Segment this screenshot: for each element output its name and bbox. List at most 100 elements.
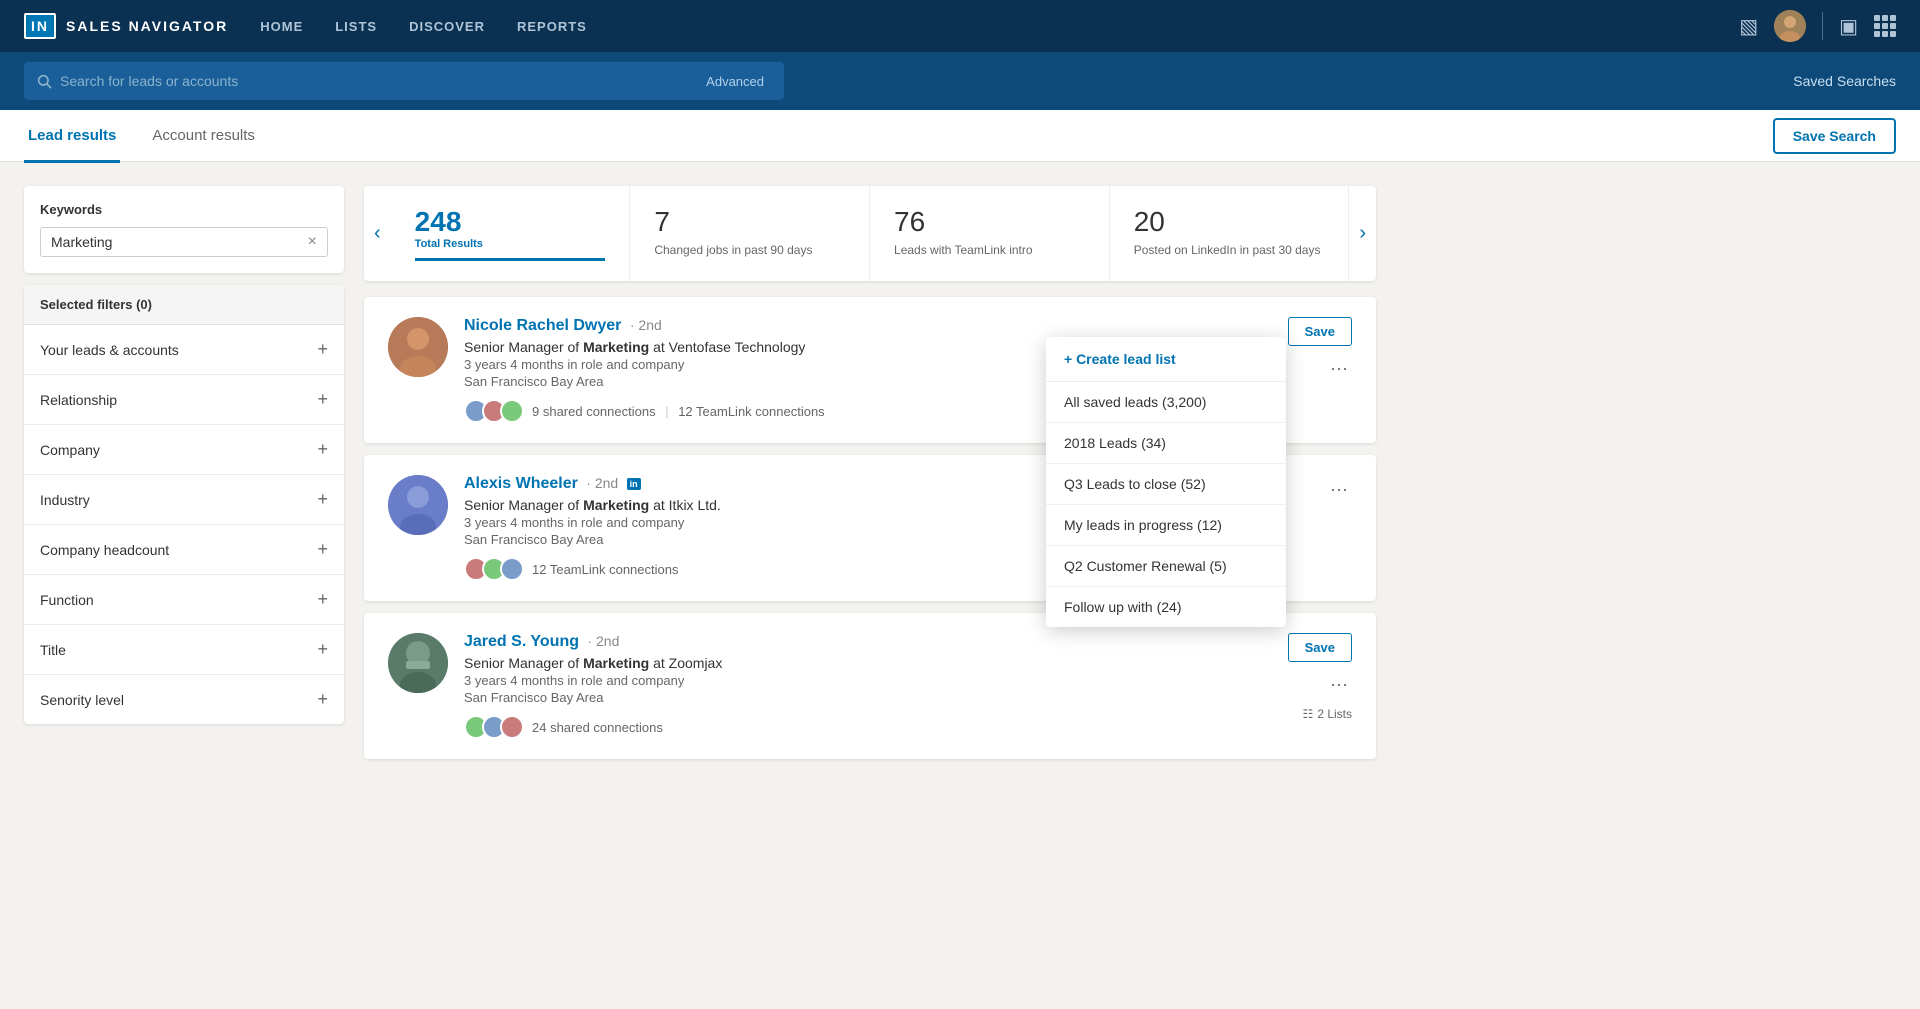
- filter-company[interactable]: Company +: [24, 425, 344, 475]
- lists-indicator: ☷ 2 Lists: [1303, 707, 1352, 721]
- filter-your-leads[interactable]: Your leads & accounts +: [24, 325, 344, 375]
- nav-lists[interactable]: LISTS: [335, 15, 377, 38]
- connection-badge: · 2nd: [630, 317, 662, 333]
- nav-links: HOME LISTS DISCOVER REPORTS: [260, 15, 587, 38]
- linkedin-logo-icon: in: [24, 13, 56, 39]
- keywords-label: Keywords: [40, 202, 328, 217]
- stat-posted[interactable]: 20 Posted on LinkedIn in past 30 days: [1110, 186, 1350, 281]
- filter-headcount[interactable]: Company headcount +: [24, 525, 344, 575]
- stats-next-nav[interactable]: ›: [1349, 186, 1376, 281]
- linkedin-in-badge: in: [627, 478, 641, 490]
- conn-avatar: [500, 557, 524, 581]
- keyword-input-wrap: ×: [40, 227, 328, 257]
- stat-teamlink[interactable]: 76 Leads with TeamLink intro: [870, 186, 1110, 281]
- stat-posted-label: Posted on LinkedIn in past 30 days: [1134, 242, 1325, 259]
- app-logo[interactable]: in SALES NAVIGATOR: [24, 13, 228, 39]
- lead-card: Jared S. Young · 2nd Senior Manager of M…: [364, 613, 1376, 759]
- user-avatar[interactable]: [1774, 10, 1806, 42]
- dropdown-follow-up[interactable]: Follow up with (24): [1046, 587, 1286, 627]
- stat-changed-number: 7: [654, 206, 845, 238]
- filter-headcount-label: Company headcount: [40, 542, 169, 558]
- tab-lead-results[interactable]: Lead results: [24, 111, 120, 163]
- stat-teamlink-label: Leads with TeamLink intro: [894, 242, 1085, 259]
- notifications-icon[interactable]: ▣: [1839, 14, 1858, 39]
- dropdown-2018-leads[interactable]: 2018 Leads (34): [1046, 423, 1286, 464]
- search-input-wrap: Advanced: [24, 62, 784, 100]
- apps-grid-icon[interactable]: [1874, 15, 1896, 37]
- app-name: SALES NAVIGATOR: [66, 18, 228, 34]
- saved-searches-button[interactable]: Saved Searches: [1793, 73, 1896, 89]
- lead-name[interactable]: Jared S. Young: [464, 633, 579, 650]
- tabs-row: Lead results Account results Save Search: [0, 110, 1920, 162]
- stat-changed-jobs[interactable]: 7 Changed jobs in past 90 days: [630, 186, 870, 281]
- keyword-input[interactable]: [51, 234, 308, 250]
- stat-posted-number: 20: [1134, 206, 1325, 238]
- filter-function[interactable]: Function +: [24, 575, 344, 625]
- conn-avatar: [500, 399, 524, 423]
- search-input[interactable]: [60, 73, 690, 89]
- save-search-button[interactable]: Save Search: [1773, 118, 1896, 154]
- dropdown-menu: + Create lead list All saved leads (3,20…: [1046, 337, 1286, 627]
- clear-keyword-icon[interactable]: ×: [308, 234, 317, 250]
- filter-seniority-label: Senority level: [40, 692, 124, 708]
- filter-function-label: Function: [40, 592, 94, 608]
- results-panel: ‹ 248 Total Results 7 Changed jobs in pa…: [364, 186, 1376, 771]
- nav-right: ▧ ▣: [1739, 10, 1896, 42]
- sidebar: Keywords × Selected filters (0) Your lea…: [24, 186, 344, 771]
- list-icon: ☷: [1303, 707, 1314, 721]
- filter-title-label: Title: [40, 642, 66, 658]
- lead-location: San Francisco Bay Area: [464, 690, 1272, 705]
- save-lead-button[interactable]: Save: [1288, 633, 1352, 662]
- more-options-button[interactable]: ···: [1326, 354, 1352, 383]
- connection-badge: · 2nd: [586, 475, 618, 491]
- connection-avatars: [464, 715, 524, 739]
- connections-text: 9 shared connections | 12 TeamLink conne…: [532, 404, 825, 419]
- stat-total-label: Total Results: [415, 238, 606, 250]
- filter-company-label: Company: [40, 442, 100, 458]
- filter-expand-icon: +: [317, 589, 328, 610]
- lead-actions: Save ··· ☷ 2 Lists: [1288, 633, 1352, 721]
- filters-header: Selected filters (0): [24, 285, 344, 325]
- lead-name[interactable]: Nicole Rachel Dwyer: [464, 317, 621, 334]
- stat-total-results[interactable]: 248 Total Results: [391, 186, 631, 281]
- keywords-box: Keywords ×: [24, 186, 344, 273]
- more-options-button[interactable]: ···: [1326, 475, 1352, 504]
- lists-count: 2 Lists: [1317, 707, 1352, 721]
- connection-avatars: [464, 557, 524, 581]
- filter-expand-icon: +: [317, 539, 328, 560]
- lead-name[interactable]: Alexis Wheeler: [464, 475, 578, 492]
- nav-home[interactable]: HOME: [260, 15, 303, 38]
- connections-text: 12 TeamLink connections: [532, 562, 678, 577]
- lead-tenure: 3 years 4 months in role and company: [464, 673, 1272, 688]
- lead-title: Senior Manager of Marketing at Zoomjax: [464, 655, 1272, 671]
- dropdown-all-saved[interactable]: All saved leads (3,200): [1046, 382, 1286, 423]
- dropdown-q3-leads[interactable]: Q3 Leads to close (52): [1046, 464, 1286, 505]
- search-icon: [36, 73, 52, 89]
- filter-industry[interactable]: Industry +: [24, 475, 344, 525]
- filter-title[interactable]: Title +: [24, 625, 344, 675]
- filter-relationship-label: Relationship: [40, 392, 117, 408]
- messages-icon[interactable]: ▧: [1739, 14, 1758, 39]
- nav-reports[interactable]: REPORTS: [517, 15, 587, 38]
- dropdown-q2-customer[interactable]: Q2 Customer Renewal (5): [1046, 546, 1286, 587]
- lead-actions: ···: [1326, 475, 1352, 504]
- lead-name-row: Jared S. Young · 2nd: [464, 633, 1272, 651]
- lead-avatar: [388, 475, 448, 535]
- stats-prev-nav[interactable]: ‹: [364, 186, 391, 281]
- filter-expand-icon: +: [317, 339, 328, 360]
- lead-name-row: Nicole Rachel Dwyer · 2nd: [464, 317, 1272, 335]
- advanced-button[interactable]: Advanced: [698, 70, 772, 93]
- filter-relationship[interactable]: Relationship +: [24, 375, 344, 425]
- stat-total-number: 248: [415, 206, 606, 238]
- more-options-button[interactable]: ···: [1326, 670, 1352, 699]
- stat-teamlink-number: 76: [894, 206, 1085, 238]
- stat-changed-label: Changed jobs in past 90 days: [654, 242, 845, 259]
- nav-discover[interactable]: DISCOVER: [409, 15, 485, 38]
- dropdown-my-leads[interactable]: My leads in progress (12): [1046, 505, 1286, 546]
- top-nav: in SALES NAVIGATOR HOME LISTS DISCOVER R…: [0, 0, 1920, 52]
- save-lead-button[interactable]: Save: [1288, 317, 1352, 346]
- filter-seniority[interactable]: Senority level +: [24, 675, 344, 724]
- stats-row: ‹ 248 Total Results 7 Changed jobs in pa…: [364, 186, 1376, 281]
- create-lead-list-option[interactable]: + Create lead list: [1046, 337, 1286, 382]
- tab-account-results[interactable]: Account results: [148, 111, 259, 163]
